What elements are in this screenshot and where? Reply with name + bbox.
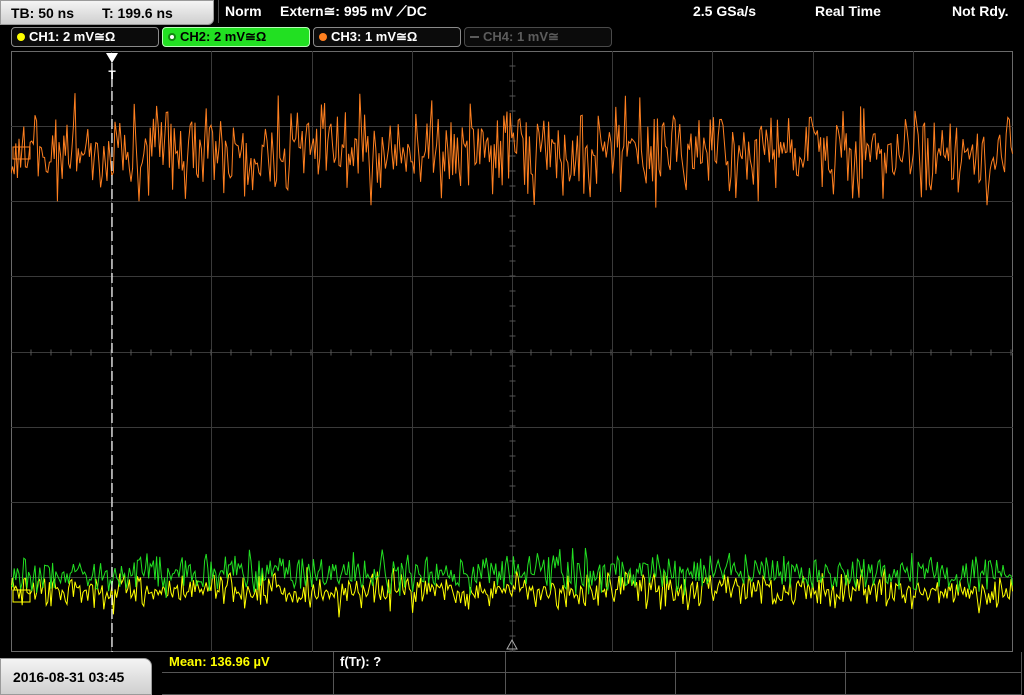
channel-tab-ch1[interactable]: CH1: 2 mV≅Ω	[11, 27, 159, 47]
ch2-dot-icon	[168, 33, 176, 41]
sample-rate[interactable]: 2.5 GSa/s	[693, 3, 756, 19]
channel-label-ch3: CH3: 1 mV≅Ω	[331, 29, 418, 44]
status-bar: TB: 50 ns T: 199.6 ns Norm Extern≅: 995 …	[0, 0, 1024, 25]
timebase-value: TB: 50 ns	[11, 5, 75, 21]
measurement-cell[interactable]	[506, 673, 676, 695]
trigger-time-value: T: 199.6 ns	[102, 5, 173, 21]
measurement-cell[interactable]	[162, 673, 334, 695]
date-time: 2016-08-31 03:45	[0, 658, 152, 695]
channel-tabs: CH1: 2 mV≅Ω CH2: 2 mV≅Ω CH3: 1 mV≅Ω CH4:…	[0, 25, 1024, 50]
measurement-cell[interactable]	[506, 652, 676, 673]
measurement-cell[interactable]	[846, 652, 1022, 673]
acquisition-mode[interactable]: Real Time	[815, 3, 881, 19]
measurement-frequency: f(Tr): ?	[340, 654, 382, 669]
trigger-marker-label: T	[108, 68, 116, 82]
ch1-dot-icon	[17, 33, 25, 41]
acquisition-state: Not Rdy.	[952, 3, 1009, 19]
trigger-mode[interactable]: Norm	[225, 3, 262, 19]
waveform-display[interactable]: T	[11, 51, 1013, 652]
measurement-mean: Mean: 136.96 µV	[169, 654, 270, 669]
channel-tab-ch4[interactable]: CH4: 1 mV≅	[464, 27, 612, 47]
waveform-svg: T	[11, 51, 1013, 652]
measurement-cell[interactable]	[846, 673, 1022, 695]
timebase-box[interactable]: TB: 50 ns T: 199.6 ns	[0, 0, 214, 25]
channel-label-ch2: CH2: 2 mV≅Ω	[180, 29, 267, 44]
channel-label-ch1: CH1: 2 mV≅Ω	[29, 29, 116, 44]
measurement-table: Mean: 136.96 µV f(Tr): ?	[162, 652, 1024, 695]
ch3-trace	[11, 93, 1013, 208]
channel-label-ch4: CH4: 1 mV≅	[483, 29, 559, 44]
channel-tab-ch2[interactable]: CH2: 2 mV≅Ω	[162, 27, 310, 47]
trigger-arrow-icon[interactable]	[106, 53, 118, 63]
measurement-cell[interactable]	[676, 652, 846, 673]
bottom-bar: 2016-08-31 03:45 Mean: 136.96 µV f(Tr): …	[0, 652, 1024, 695]
channel-tab-ch3[interactable]: CH3: 1 mV≅Ω	[313, 27, 461, 47]
separator	[218, 0, 219, 23]
trigger-source[interactable]: Extern≅: 995 mV ⟋DC	[280, 3, 427, 20]
ch3-dot-icon	[319, 33, 327, 41]
measurement-cell[interactable]	[334, 673, 506, 695]
ch4-dash-icon	[470, 36, 479, 38]
measurement-cell[interactable]	[676, 673, 846, 695]
